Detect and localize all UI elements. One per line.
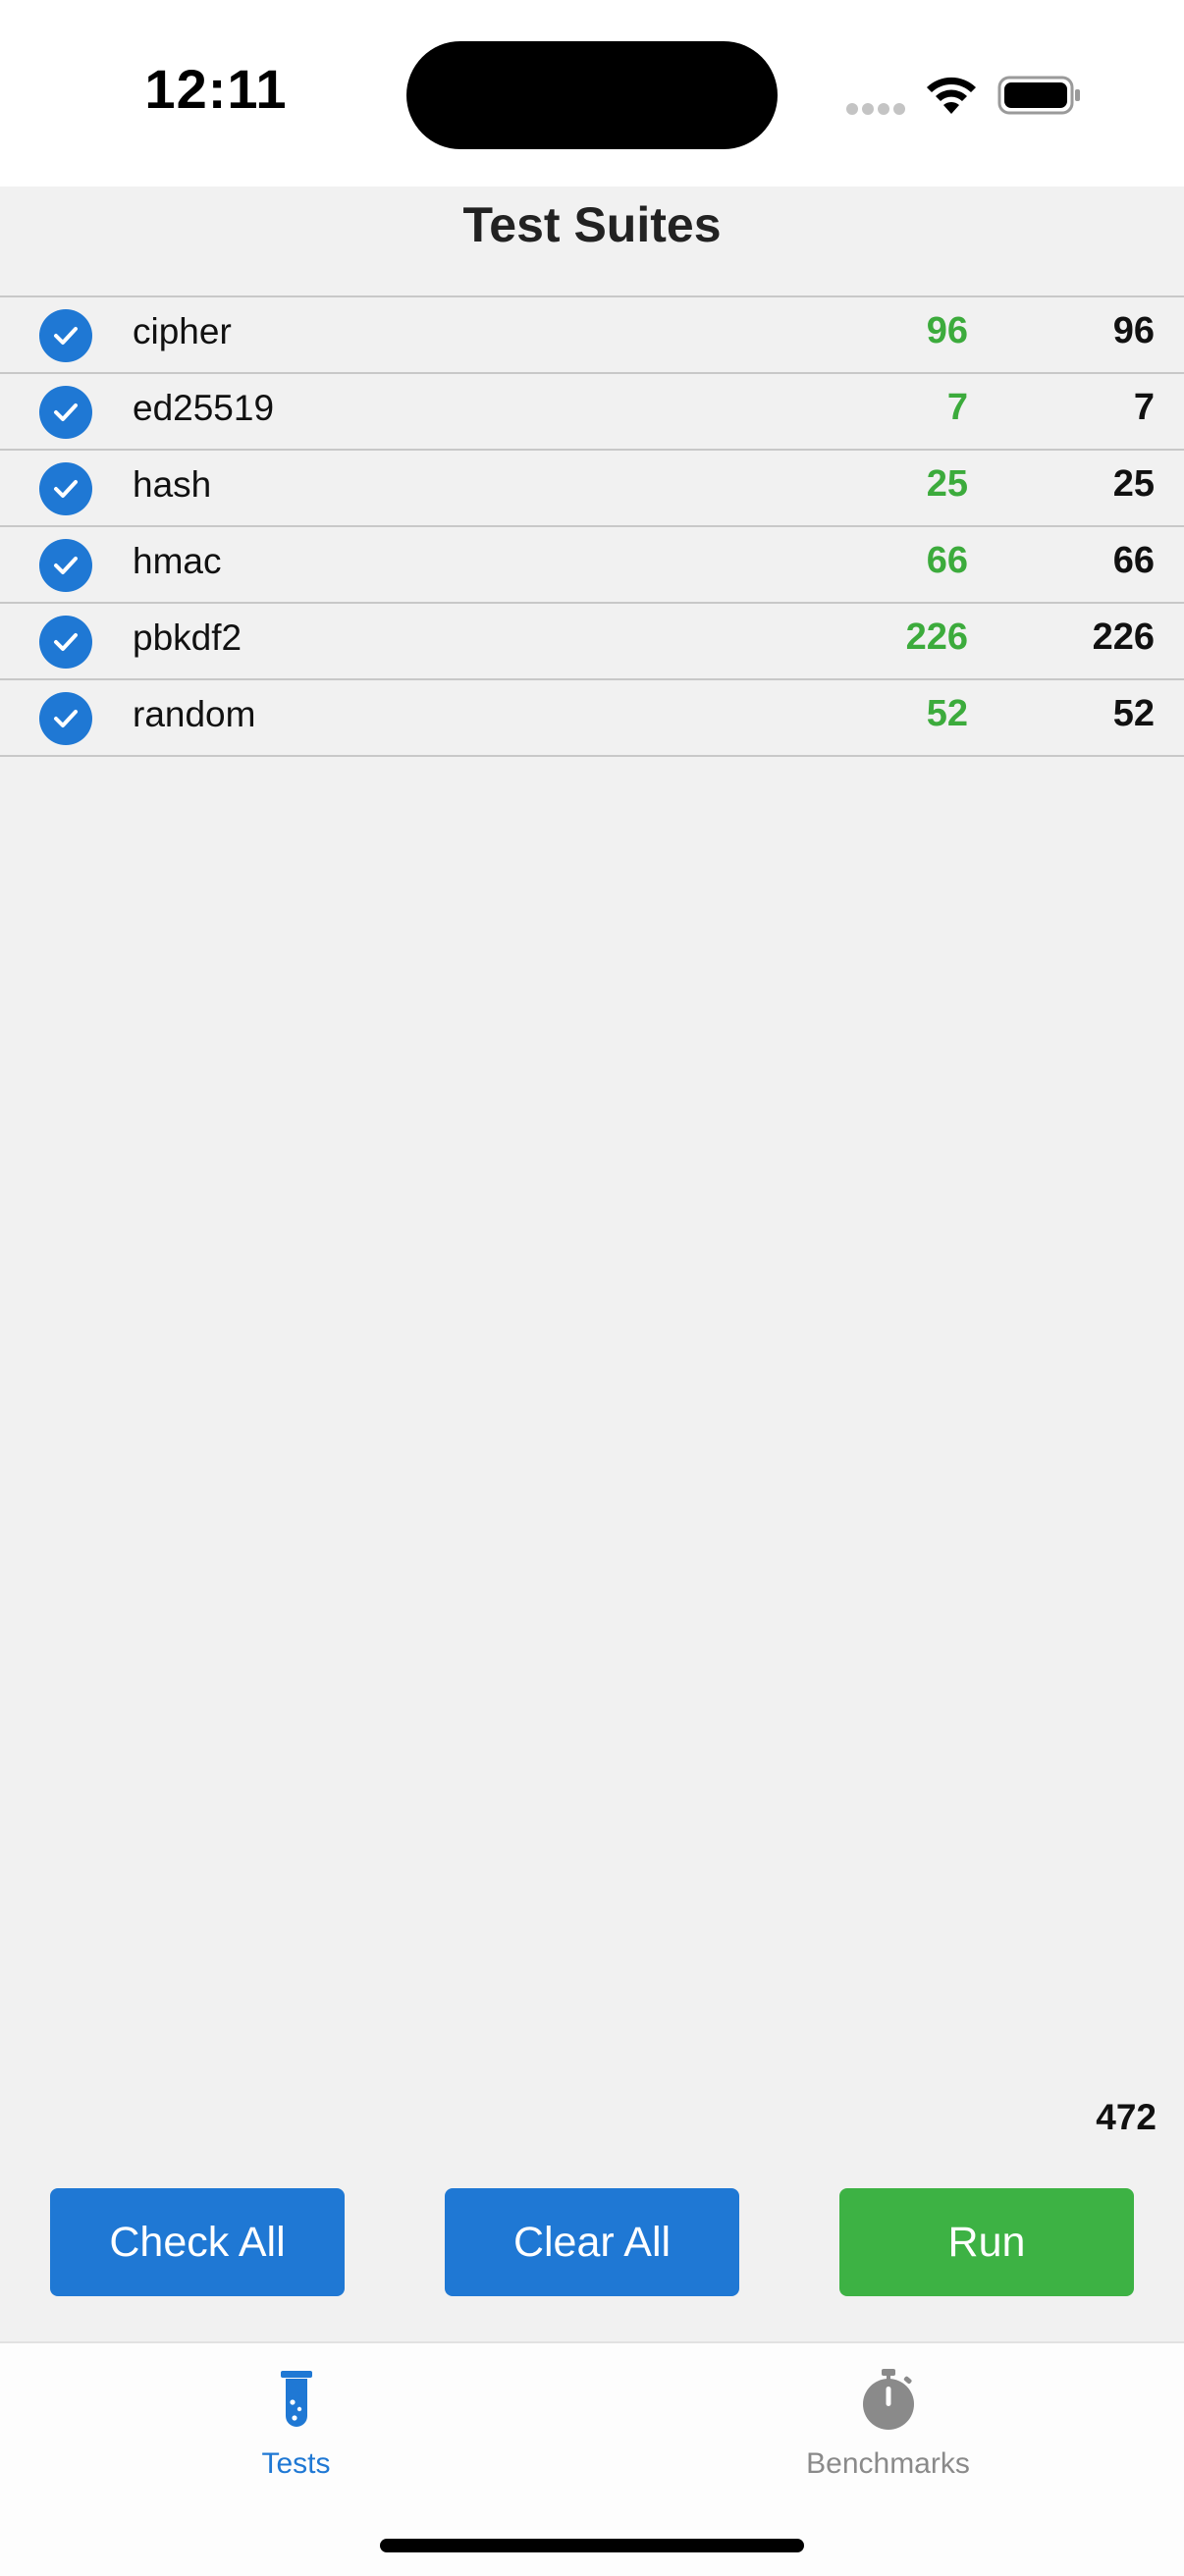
suite-passed-count: 7 xyxy=(946,387,968,428)
suite-passed-count: 25 xyxy=(926,463,968,505)
check-all-button[interactable]: Check All xyxy=(50,2188,345,2296)
suite-name: hash xyxy=(133,464,212,505)
test-tube-icon xyxy=(280,2371,312,2427)
suite-total-count: 96 xyxy=(1112,310,1155,351)
tab-tests[interactable]: Tests xyxy=(0,2343,592,2491)
suite-row-hash[interactable]: hash 25 25 xyxy=(0,451,1184,527)
suite-name: hmac xyxy=(133,541,222,581)
checkmark-circle-icon[interactable] xyxy=(39,462,92,515)
run-button[interactable]: Run xyxy=(839,2188,1134,2296)
status-time: 12:11 xyxy=(144,58,288,120)
clear-all-button[interactable]: Clear All xyxy=(445,2188,739,2296)
grand-total: 472 xyxy=(1096,2097,1157,2137)
tab-bar: Tests Benchmarks xyxy=(0,2341,1184,2576)
suite-total-count: 66 xyxy=(1112,540,1155,581)
cellular-signal-icon xyxy=(846,103,905,115)
checkmark-circle-icon[interactable] xyxy=(39,692,92,745)
suite-passed-count: 52 xyxy=(926,693,968,734)
battery-icon xyxy=(997,76,1080,115)
suite-name: ed25519 xyxy=(133,388,275,428)
tab-benchmarks-label: Benchmarks xyxy=(806,2447,970,2480)
suite-row-ed25519[interactable]: ed25519 7 7 xyxy=(0,374,1184,451)
tab-tests-label: Tests xyxy=(261,2447,331,2480)
suite-row-cipher[interactable]: cipher 96 96 xyxy=(0,297,1184,374)
suite-name: pbkdf2 xyxy=(133,617,242,658)
suite-row-random[interactable]: random 52 52 xyxy=(0,680,1184,757)
suite-passed-count: 66 xyxy=(926,540,968,581)
suite-total-count: 25 xyxy=(1112,463,1155,505)
checkmark-circle-icon[interactable] xyxy=(39,309,92,362)
suite-list: cipher 96 96 ed25519 7 7 hash 25 25 hmac… xyxy=(0,295,1184,757)
home-indicator[interactable] xyxy=(380,2539,804,2552)
stopwatch-icon xyxy=(862,2369,914,2430)
checkmark-circle-icon[interactable] xyxy=(39,539,92,592)
suite-passed-count: 96 xyxy=(926,310,968,351)
tab-benchmarks[interactable]: Benchmarks xyxy=(592,2343,1184,2491)
page-title: Test Suites xyxy=(462,197,722,252)
status-bar: 12:11 xyxy=(0,0,1184,187)
suite-total-count: 226 xyxy=(1092,617,1155,658)
suite-total-count: 7 xyxy=(1133,387,1155,428)
dynamic-island xyxy=(406,41,778,149)
suite-row-hmac[interactable]: hmac 66 66 xyxy=(0,527,1184,604)
wifi-icon xyxy=(927,77,976,114)
suite-name: random xyxy=(133,694,256,734)
suite-total-count: 52 xyxy=(1112,693,1155,734)
checkmark-circle-icon[interactable] xyxy=(39,386,92,439)
suite-name: cipher xyxy=(133,311,232,351)
suite-row-pbkdf2[interactable]: pbkdf2 226 226 xyxy=(0,604,1184,680)
checkmark-circle-icon[interactable] xyxy=(39,616,92,669)
suite-passed-count: 226 xyxy=(905,617,968,658)
